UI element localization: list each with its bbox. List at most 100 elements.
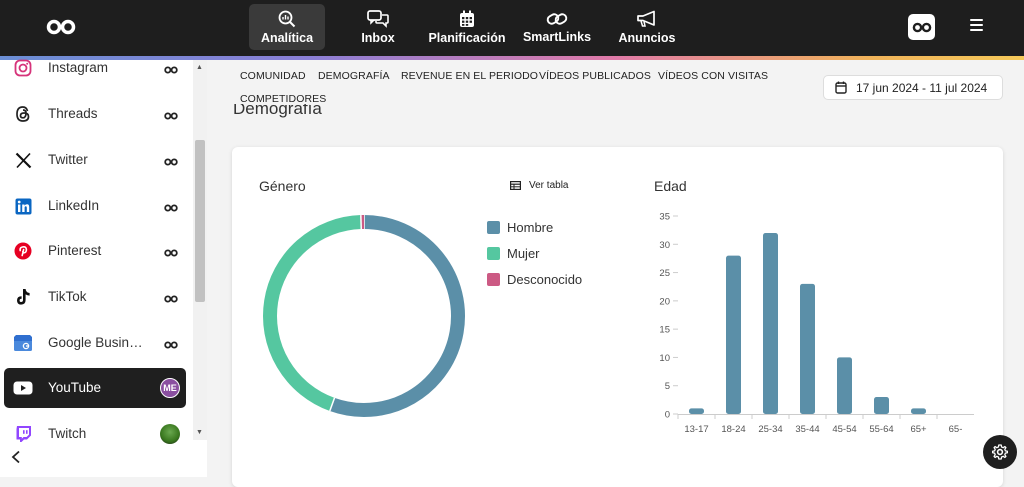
chat-bubbles-icon	[367, 10, 389, 28]
bar-25-34[interactable]	[763, 233, 778, 414]
bar-55-64[interactable]	[874, 397, 889, 414]
bar-18-24[interactable]	[726, 256, 741, 414]
sidebar-item-twitch[interactable]: Twitch	[4, 414, 186, 454]
sidebar-item-tiktok[interactable]: TikTok	[4, 277, 186, 317]
menu-hamburger-icon[interactable]	[970, 19, 984, 33]
x-tick-label: 13-17	[684, 424, 708, 435]
scroll-up-arrow-icon[interactable]: ▲	[196, 64, 203, 71]
x-tick-label: 45-54	[832, 424, 856, 435]
x-tick-label: 35-44	[795, 424, 819, 435]
donut-slice-mujer[interactable]	[270, 222, 361, 404]
x-tick-label: 25-34	[758, 424, 782, 435]
sidebar-item-label: Google Business Profile	[48, 335, 148, 350]
tab-comunidad[interactable]: COMUNIDAD	[240, 70, 306, 82]
view-table-button[interactable]: Ver tabla	[510, 180, 568, 191]
sidebar-item-label: YouTube	[48, 380, 148, 395]
avatar-initials: ME	[160, 378, 180, 398]
nav-label: Anuncios	[619, 31, 676, 45]
legend-item-desconocido[interactable]: Desconocido	[487, 272, 582, 287]
calendar-icon	[459, 10, 475, 28]
sidebar-item-youtube[interactable]: YouTube ME	[4, 368, 186, 408]
sidebar-item-label: LinkedIn	[48, 198, 148, 213]
tab-videos-publicados[interactable]: VÍDEOS PUBLICADOS	[539, 70, 651, 82]
nav-smartlinks[interactable]: SmartLinks	[522, 4, 592, 50]
x-twitter-icon	[13, 150, 33, 170]
x-tick-label: 18-24	[721, 424, 745, 435]
nav-inbox[interactable]: Inbox	[350, 4, 406, 50]
infinity-icon	[164, 200, 178, 210]
infinity-icon	[164, 154, 178, 164]
tiktok-icon	[13, 287, 33, 307]
sidebar-item-pinterest[interactable]: Pinterest	[4, 231, 186, 271]
megaphone-icon	[636, 10, 658, 28]
legend-item-mujer[interactable]: Mujer	[487, 246, 540, 261]
scroll-down-arrow-icon[interactable]: ▼	[196, 429, 203, 436]
account-avatar[interactable]	[908, 14, 935, 40]
sidebar-item-google-business[interactable]: Google Business Profile	[4, 323, 186, 363]
tab-videos-con-visitas[interactable]: VÍDEOS CON VISITAS	[658, 70, 768, 82]
nav-analitica[interactable]: Analítica	[249, 4, 325, 50]
age-bar-chart: 0510152025303513-1718-2425-3435-4445-545…	[650, 205, 980, 440]
bar-35-44[interactable]	[800, 284, 815, 414]
x-tick-label: 65-	[949, 424, 963, 435]
y-tick-label: 10	[659, 353, 670, 364]
gender-donut-chart	[258, 210, 470, 422]
date-range-picker[interactable]: 17 jun 2024 - 11 jul 2024	[823, 75, 1003, 100]
logo-infinity-icon[interactable]	[46, 16, 80, 38]
sidebar-scrollbar-thumb[interactable]	[195, 140, 205, 302]
sidebar-item-label: Twitter	[48, 152, 148, 167]
gear-icon	[992, 444, 1008, 460]
bar-65+[interactable]	[911, 408, 926, 414]
threads-icon	[13, 104, 33, 124]
table-icon	[510, 181, 521, 190]
sidebar-item-label: TikTok	[48, 289, 148, 304]
calendar-icon	[835, 81, 847, 94]
section-title: Demografía	[233, 104, 322, 118]
nav-label: Planificación	[428, 31, 505, 45]
sidebar-item-twitter[interactable]: Twitter	[4, 140, 186, 180]
infinity-icon	[164, 62, 178, 72]
account-avatar-twitch	[160, 424, 180, 444]
sidebar-item-label: Instagram	[48, 60, 148, 75]
tab-revenue[interactable]: REVENUE EN EL PERIODO	[401, 70, 538, 82]
bar-13-17[interactable]	[689, 408, 704, 414]
nav-label: Inbox	[361, 31, 394, 45]
date-range-label: 17 jun 2024 - 11 jul 2024	[856, 81, 987, 95]
x-tick-label: 55-64	[869, 424, 893, 435]
age-chart-title: Edad	[654, 178, 687, 194]
sidebar-item-label: Threads	[48, 106, 148, 121]
legend-item-hombre[interactable]: Hombre	[487, 220, 553, 235]
link-icon	[546, 11, 568, 27]
infinity-icon	[164, 291, 178, 301]
y-tick-label: 35	[659, 212, 670, 223]
y-tick-label: 15	[659, 325, 670, 336]
donut-slice-hombre[interactable]	[332, 222, 458, 410]
nav-anuncios[interactable]: Anuncios	[616, 4, 678, 50]
collapse-sidebar-chevron-icon[interactable]	[10, 450, 24, 466]
y-tick-label: 30	[659, 240, 670, 251]
instagram-icon	[13, 58, 33, 78]
twitch-icon	[13, 424, 33, 444]
x-tick-label: 65+	[910, 424, 927, 435]
infinity-icon	[912, 22, 932, 33]
gender-chart-title: Género	[259, 178, 306, 194]
sidebar-item-threads[interactable]: Threads	[4, 94, 186, 134]
bar-45-54[interactable]	[837, 357, 852, 414]
analytics-search-icon	[278, 10, 296, 28]
account-avatar-me: ME	[160, 378, 180, 398]
google-business-icon	[13, 333, 33, 353]
infinity-icon	[164, 337, 178, 347]
y-tick-label: 20	[659, 296, 670, 307]
view-table-label: Ver tabla	[529, 180, 568, 191]
sidebar-item-instagram[interactable]: Instagram	[4, 48, 186, 88]
linkedin-icon	[13, 196, 33, 216]
tab-demografia[interactable]: DEMOGRAFÍA	[318, 70, 390, 82]
y-tick-label: 5	[665, 381, 670, 392]
settings-gear-button[interactable]	[983, 435, 1017, 469]
youtube-icon	[13, 378, 33, 398]
sidebar-item-linkedin[interactable]: LinkedIn	[4, 186, 186, 226]
infinity-icon	[164, 245, 178, 255]
nav-planificacion[interactable]: Planificación	[428, 4, 506, 50]
nav-label: SmartLinks	[523, 30, 591, 44]
infinity-icon	[164, 108, 178, 118]
